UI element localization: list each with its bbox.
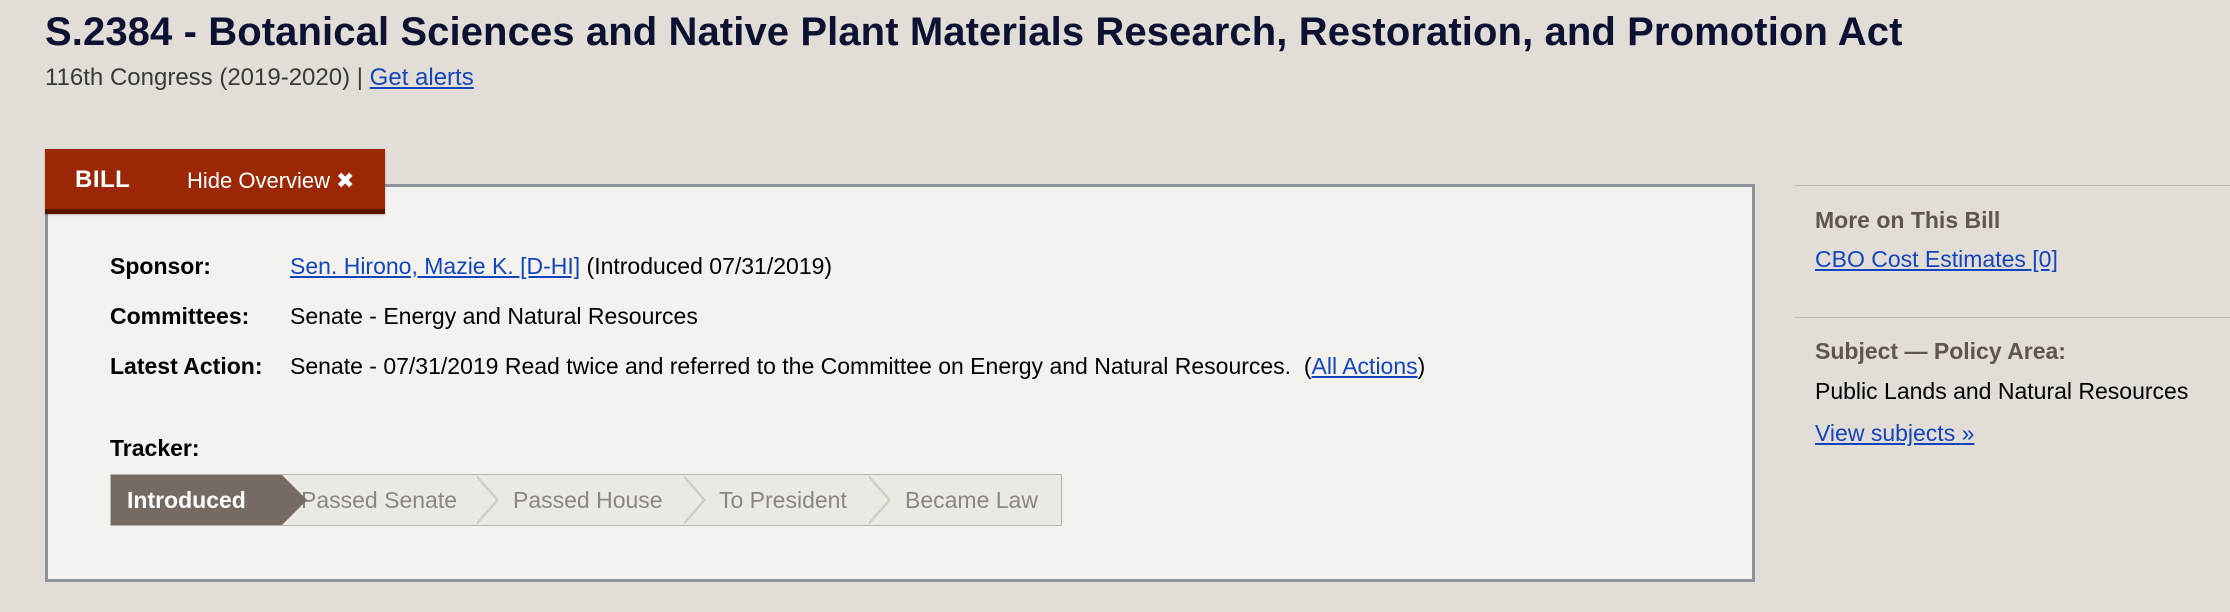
sidebar-divider — [1795, 317, 2230, 318]
bill-tab-label: BILL — [75, 166, 131, 193]
cbo-cost-estimates-link[interactable]: CBO Cost Estimates [0] — [1815, 246, 2058, 273]
hide-overview-label: Hide Overview — [187, 168, 331, 193]
tracker-step-to-president: To President — [719, 487, 847, 513]
page-title: S.2384 - Botanical Sciences and Native P… — [45, 10, 1903, 54]
get-alerts-link[interactable]: Get alerts — [370, 64, 474, 91]
latest-action-row: Latest Action: Senate - 07/31/2019 Read t… — [110, 353, 1425, 380]
tracker-step-passed-senate: Passed Senate — [301, 487, 458, 513]
latest-action-text: Senate - 07/31/2019 Read twice and refer… — [290, 353, 1292, 379]
committees-row: Committees: Senate - Energy and Natural R… — [110, 303, 698, 330]
committees-label: Committees: — [110, 303, 250, 329]
bill-tracker: Introduced Passed Senate Passed House To… — [110, 474, 1062, 526]
double-chevron-right-icon: » — [1961, 420, 1975, 446]
overview-tab: BILL Hide Overview ✖ — [45, 149, 385, 214]
congress-label: 116th Congress (2019-2020) — [45, 64, 351, 91]
latest-action-value: Senate - 07/31/2019 Read twice and refer… — [290, 353, 1425, 380]
view-subjects-link[interactable]: View subjects » — [1815, 420, 1974, 447]
hide-overview-button[interactable]: Hide Overview ✖ — [187, 168, 354, 194]
sponsor-link[interactable]: Sen. Hirono, Mazie K. [D-HI] — [290, 253, 580, 279]
view-subjects-label: View subjects — [1815, 420, 1956, 446]
more-on-bill-heading: More on This Bill — [1815, 207, 2001, 233]
tracker-chevron — [475, 475, 499, 525]
sponsor-row: Sponsor: Sen. Hirono, Mazie K. [D-HI] (In… — [110, 253, 832, 280]
tracker-step-introduced: Introduced — [111, 475, 307, 525]
tracker-chevron — [682, 475, 706, 525]
committees-value: Senate - Energy and Natural Resources — [290, 303, 698, 329]
tracker-chevron — [867, 475, 891, 525]
policy-area-heading: Subject — Policy Area: — [1815, 338, 2066, 364]
separator: | — [356, 64, 363, 91]
overview-panel: Sponsor: Sen. Hirono, Mazie K. [D-HI] (In… — [45, 184, 1755, 582]
sponsor-value: Sen. Hirono, Mazie K. [D-HI] (Introduced… — [290, 253, 832, 280]
paren-open: ( — [1303, 353, 1312, 379]
all-actions-link[interactable]: All Actions — [1312, 353, 1418, 379]
tracker-label: Tracker: — [110, 435, 200, 461]
sidebar-divider — [1795, 185, 2230, 186]
tracker-step-passed-house: Passed House — [513, 487, 663, 513]
sponsor-label: Sponsor: — [110, 253, 211, 279]
introduced-date: (Introduced 07/31/2019) — [586, 253, 833, 279]
close-icon: ✖ — [336, 168, 355, 193]
paren-close: ) — [1417, 353, 1426, 379]
congress-line: 116th Congress (2019-2020) | Get alerts — [45, 64, 474, 92]
policy-area-value: Public Lands and Natural Resources — [1815, 378, 2189, 404]
tracker-step-became-law: Became Law — [905, 487, 1038, 513]
latest-action-label: Latest Action: — [110, 353, 263, 379]
